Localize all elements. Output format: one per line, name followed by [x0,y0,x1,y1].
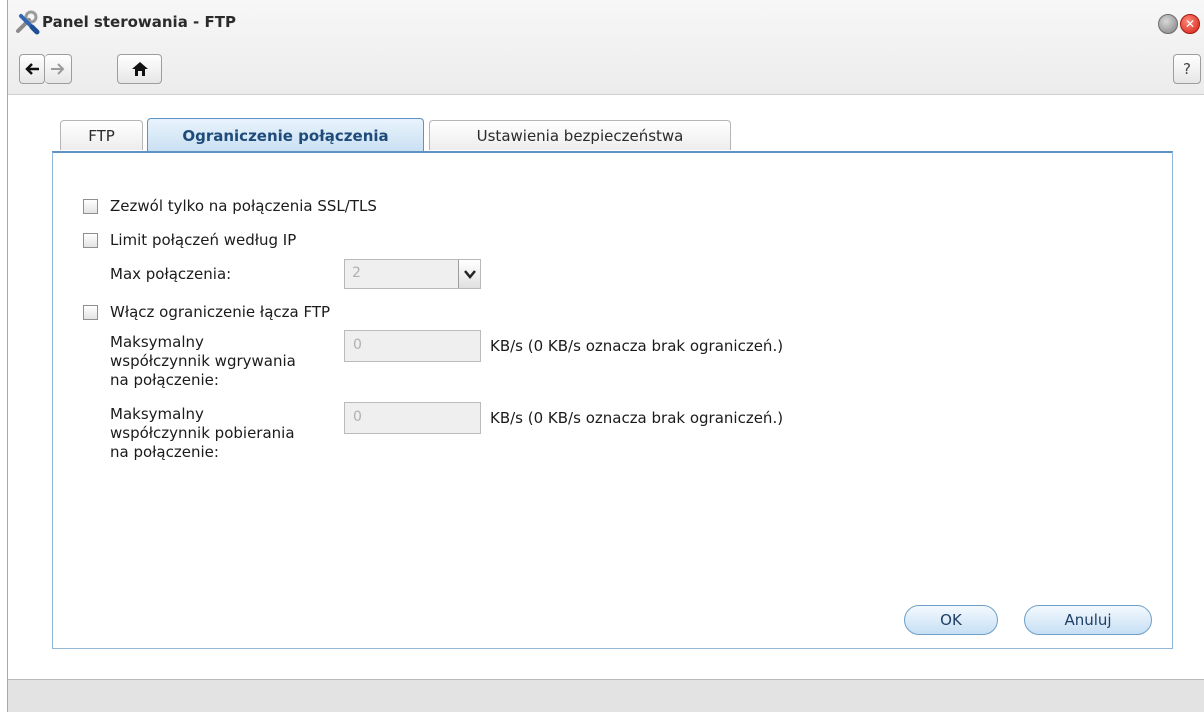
help-button[interactable]: ? [1173,54,1201,84]
home-icon [131,62,148,76]
window-title: Panel sterowania - FTP [42,13,236,31]
status-bar [8,679,1204,712]
max-connections-value: 2 [352,265,361,281]
ftp-limit-row: Włącz ograniczenie łącza FTP [83,303,330,321]
ssl-only-row: Zezwól tylko na połączenia SSL/TLS [83,197,377,215]
tab-connection-limit[interactable]: Ograniczenie połączenia [147,118,424,152]
ssl-only-checkbox[interactable] [83,198,98,214]
download-rate-unit: KB/s (0 KB/s oznacza brak ograniczeń.) [490,409,784,427]
upload-rate-unit: KB/s (0 KB/s oznacza brak ograniczeń.) [490,337,784,355]
ip-limit-checkbox[interactable] [83,232,98,248]
ip-limit-label: Limit połączeń według IP [110,231,297,249]
tools-icon [14,10,40,36]
tab-bar: FTP Ograniczenie połączenia Ustawienia b… [52,118,1172,152]
upload-rate-label: Maksymalny współczynnik wgrywania na poł… [110,333,296,389]
ftp-limit-checkbox[interactable] [83,304,98,320]
title-bar: Panel sterowania - FTP ✕ ? [8,0,1204,95]
arrow-left-icon [25,63,39,75]
forward-button[interactable] [45,54,72,84]
ssl-only-label: Zezwól tylko na połączenia SSL/TLS [110,197,377,215]
control-panel-window: Panel sterowania - FTP ✕ ? FTP Ogranicze… [7,0,1204,712]
tab-security-settings[interactable]: Ustawienia bezpieczeństwa [429,120,731,150]
upload-rate-input[interactable]: 0 [344,330,481,362]
ip-limit-row: Limit połączeń według IP [83,231,296,249]
arrow-right-icon [51,63,65,75]
connection-limit-panel: Zezwól tylko na połączenia SSL/TLS Limit… [52,151,1173,649]
max-connections-label: Max połączenia: [110,265,232,283]
minimize-button[interactable] [1158,14,1178,34]
download-rate-input[interactable]: 0 [344,402,481,434]
tab-ftp[interactable]: FTP [60,120,143,150]
back-button[interactable] [19,54,45,84]
max-connections-select[interactable]: 2 [344,259,481,289]
close-button[interactable]: ✕ [1180,14,1200,34]
download-rate-label: Maksymalny współczynnik pobierania na po… [110,405,295,461]
ok-button[interactable]: OK [904,605,998,635]
home-button[interactable] [117,54,162,84]
chevron-down-icon[interactable] [458,260,480,288]
ftp-limit-label: Włącz ograniczenie łącza FTP [110,303,331,321]
cancel-button[interactable]: Anuluj [1024,605,1152,635]
